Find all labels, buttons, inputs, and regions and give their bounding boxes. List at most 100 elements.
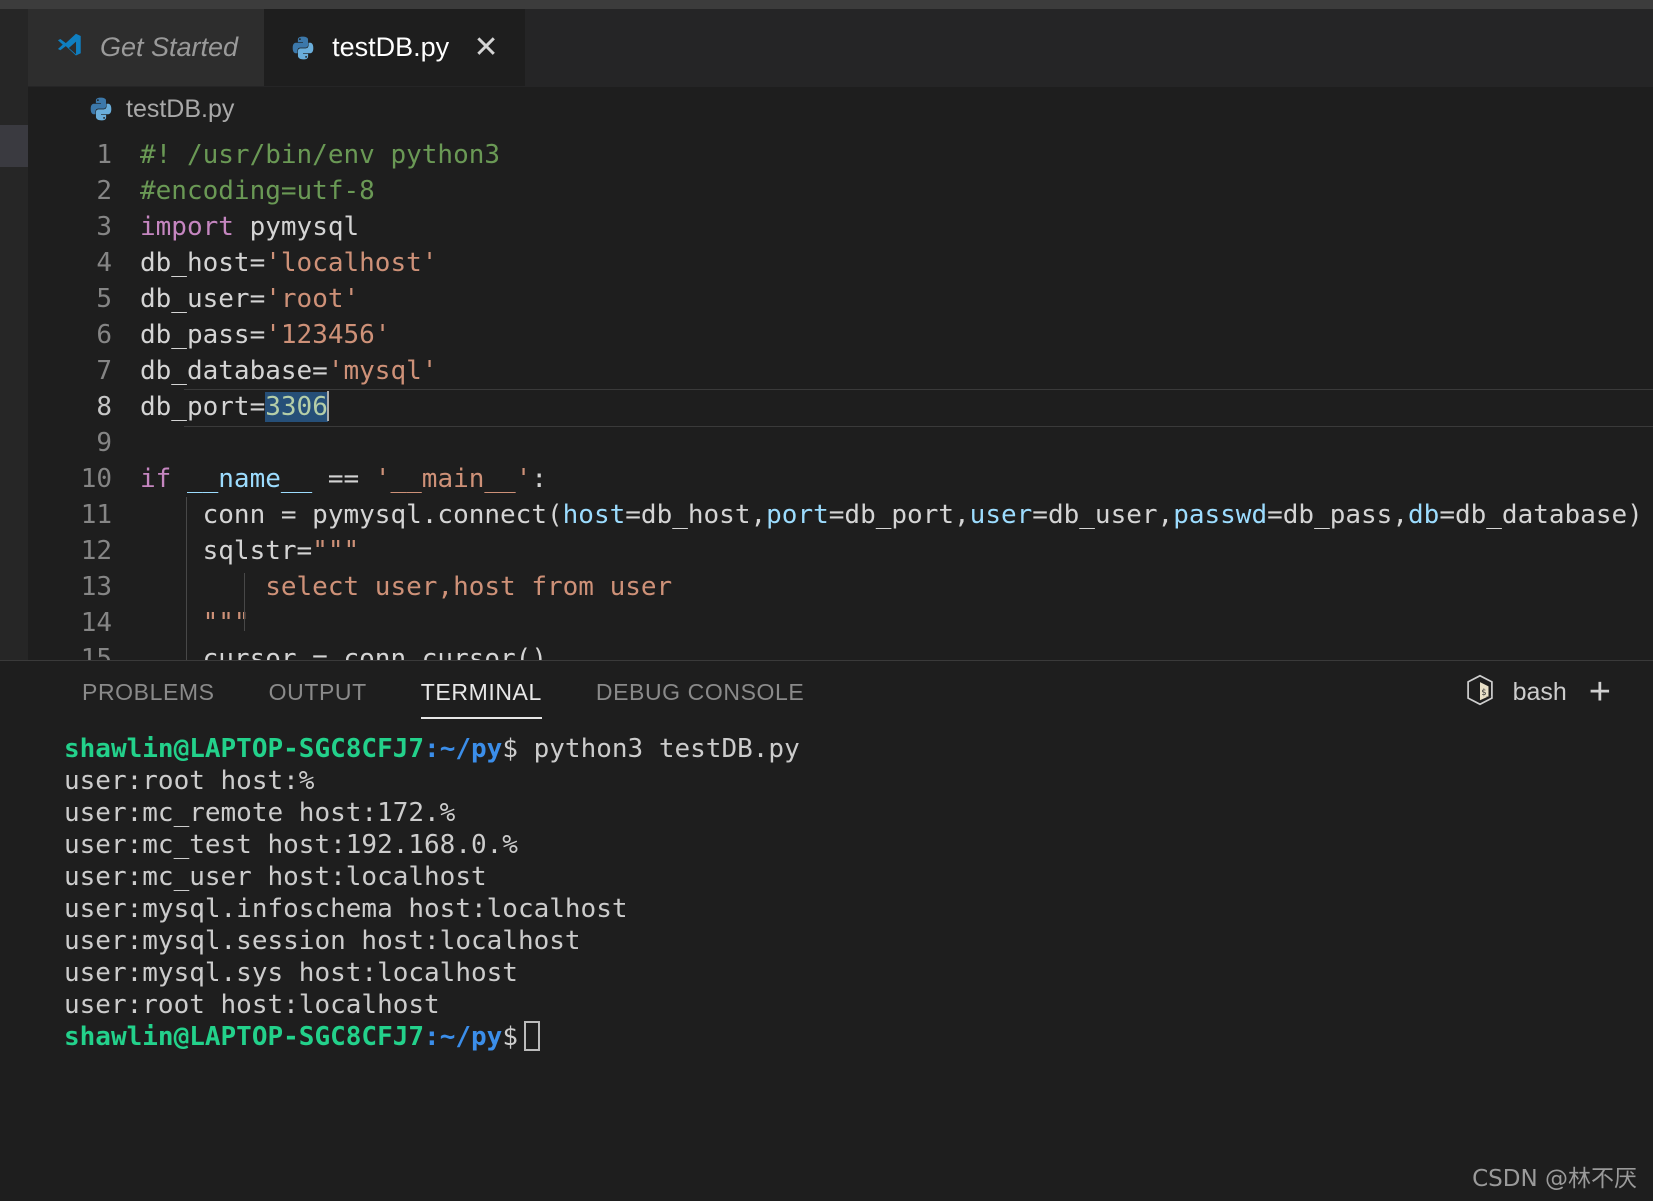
terminal-output-line: user:mc_remote host:172.% xyxy=(64,798,456,828)
line-number: 9 xyxy=(96,428,112,458)
close-icon[interactable]: ✕ xyxy=(473,32,499,63)
terminal-output-line: user:mysql.sys host:localhost xyxy=(64,958,518,988)
code-line[interactable]: 7 db_database='mysql' xyxy=(28,353,1653,389)
line-number: 11 xyxy=(80,500,112,530)
prompt-dollar: $ xyxy=(502,734,518,764)
line-number: 5 xyxy=(96,284,112,314)
new-terminal-icon[interactable]: + xyxy=(1583,673,1617,711)
code-token: =db_host, xyxy=(625,500,767,530)
code-line[interactable]: 8 db_port=3306 xyxy=(28,389,1653,427)
terminal-output-line: user:root host:% xyxy=(64,766,315,796)
terminal-output-line: user:mc_user host:localhost xyxy=(64,862,487,892)
code-token: host xyxy=(562,500,626,530)
code-line-text: db_pass='123456' xyxy=(140,317,1653,353)
code-token: =db_pass, xyxy=(1267,500,1408,530)
code-line[interactable]: 3 import pymysql xyxy=(28,209,1653,245)
panel-header: PROBLEMS OUTPUT TERMINAL DEBUG CONSOLE $… xyxy=(0,661,1653,723)
window-body: Get Started testDB.py ✕ testDB.py 1 #! /… xyxy=(0,9,1653,660)
code-line-text: sqlstr=""" xyxy=(140,533,1653,569)
code-token: """ xyxy=(202,608,250,638)
tab-label: testDB.py xyxy=(332,32,450,62)
code-line[interactable]: 15 cursor = conn.cursor() xyxy=(28,641,1653,660)
breadcrumb-label[interactable]: testDB.py xyxy=(126,95,234,124)
code-line-text: #! /usr/bin/env python3 xyxy=(140,137,1653,173)
code-token: '__main__' xyxy=(374,464,532,494)
terminal-cube-icon: $_ xyxy=(1463,673,1497,712)
indent-guide-level-2 xyxy=(244,573,245,631)
svg-text:$_: $_ xyxy=(1481,687,1492,697)
code-line-text: db_port=3306 xyxy=(140,389,1653,425)
line-number: 7 xyxy=(96,356,112,386)
tab-testdb-py[interactable]: testDB.py ✕ xyxy=(264,9,526,86)
prompt-user-host: shawlin@LAPTOP-SGC8CFJ7 xyxy=(64,1022,425,1052)
code-line[interactable]: 2 #encoding=utf-8 xyxy=(28,173,1653,209)
code-token: __name__ xyxy=(186,464,313,494)
prompt-user-host: shawlin@LAPTOP-SGC8CFJ7 xyxy=(64,734,425,764)
line-number: 2 xyxy=(96,176,112,206)
terminal-output-line: user:mc_test host:192.168.0.% xyxy=(64,830,518,860)
code-token: #encoding=utf-8 xyxy=(140,176,375,206)
prompt-separator: : xyxy=(424,1022,440,1052)
code-line-text: #encoding=utf-8 xyxy=(140,173,1653,209)
code-token: db_host= xyxy=(140,248,266,278)
terminal-output[interactable]: shawlin@LAPTOP-SGC8CFJ7:~/py$ python3 te… xyxy=(0,723,1653,1201)
code-line[interactable]: 5 db_user='root' xyxy=(28,281,1653,317)
code-line[interactable]: 10 if __name__ == '__main__': xyxy=(28,461,1653,497)
terminal-output-line: user:mysql.infoschema host:localhost xyxy=(64,894,628,924)
code-line[interactable]: 6 db_pass='123456' xyxy=(28,317,1653,353)
code-line[interactable]: 9 xyxy=(28,425,1653,461)
editor-tab-bar: Get Started testDB.py ✕ xyxy=(28,9,1653,87)
panel-tab-problems[interactable]: PROBLEMS xyxy=(66,661,231,723)
line-number: 1 xyxy=(96,140,112,170)
code-token: user xyxy=(969,500,1033,530)
line-number: 15 xyxy=(80,644,112,660)
code-line-text: conn = pymysql.connect(host=db_host,port… xyxy=(140,497,1653,533)
code-token: 'root' xyxy=(265,284,360,314)
code-token: == xyxy=(312,464,375,494)
prompt-path: ~/py xyxy=(439,1022,503,1052)
activity-bar-active-indicator xyxy=(0,125,28,167)
tab-get-started[interactable]: Get Started xyxy=(28,9,265,86)
code-editor[interactable]: 1 #! /usr/bin/env python3 2 #encoding=utf-8… xyxy=(28,131,1653,660)
code-line[interactable]: 4 db_host='localhost' xyxy=(28,245,1653,281)
code-token: conn = pymysql.connect( xyxy=(140,500,563,530)
code-line[interactable]: 13 select user,host from user xyxy=(28,569,1653,605)
code-token: #! /usr/bin/env python3 xyxy=(140,140,501,170)
code-token: =db_user, xyxy=(1032,500,1174,530)
code-line-text xyxy=(140,425,1653,461)
terminal-cursor xyxy=(523,1021,540,1051)
breadcrumb[interactable]: testDB.py xyxy=(28,87,1653,131)
activity-bar[interactable] xyxy=(0,9,28,660)
code-token: db_port= xyxy=(140,392,266,422)
code-line-text: db_host='localhost' xyxy=(140,245,1653,281)
python-file-icon xyxy=(88,96,114,122)
terminal-output-line: user:mysql.session host:localhost xyxy=(64,926,581,956)
code-token: '123456' xyxy=(265,320,391,350)
tab-label: Get Started xyxy=(100,32,239,62)
code-line-text: select user,host from user xyxy=(140,569,1653,605)
code-token: """ xyxy=(312,536,360,566)
code-line-text: db_database='mysql' xyxy=(140,353,1653,389)
code-line-text: """ xyxy=(140,605,1653,641)
line-number: 14 xyxy=(80,608,112,638)
terminal-command: python3 testDB.py xyxy=(517,734,800,764)
code-line[interactable]: 14 """ xyxy=(28,605,1653,641)
line-number: 10 xyxy=(80,464,112,494)
panel-tab-terminal[interactable]: TERMINAL xyxy=(405,661,558,723)
code-line[interactable]: 11 conn = pymysql.connect(host=db_host,p… xyxy=(28,497,1653,533)
panel-tab-debug-console[interactable]: DEBUG CONSOLE xyxy=(580,661,820,723)
shell-name-label: bash xyxy=(1512,677,1567,706)
vscode-window: Get Started testDB.py ✕ testDB.py 1 #! /… xyxy=(0,0,1653,1201)
prompt-dollar: $ xyxy=(502,1022,518,1052)
code-token: import xyxy=(140,212,234,242)
line-number: 3 xyxy=(96,212,112,242)
panel-tab-output[interactable]: OUTPUT xyxy=(253,661,383,723)
code-token: db_database= xyxy=(140,356,328,386)
title-bar xyxy=(0,0,1653,9)
code-line[interactable]: 12 sqlstr=""" xyxy=(28,533,1653,569)
terminal-output-line: user:root host:localhost xyxy=(64,990,440,1020)
code-line[interactable]: 1 #! /usr/bin/env python3 xyxy=(28,137,1653,173)
python-file-icon xyxy=(290,35,316,61)
tab-bar-filler xyxy=(525,9,1653,86)
